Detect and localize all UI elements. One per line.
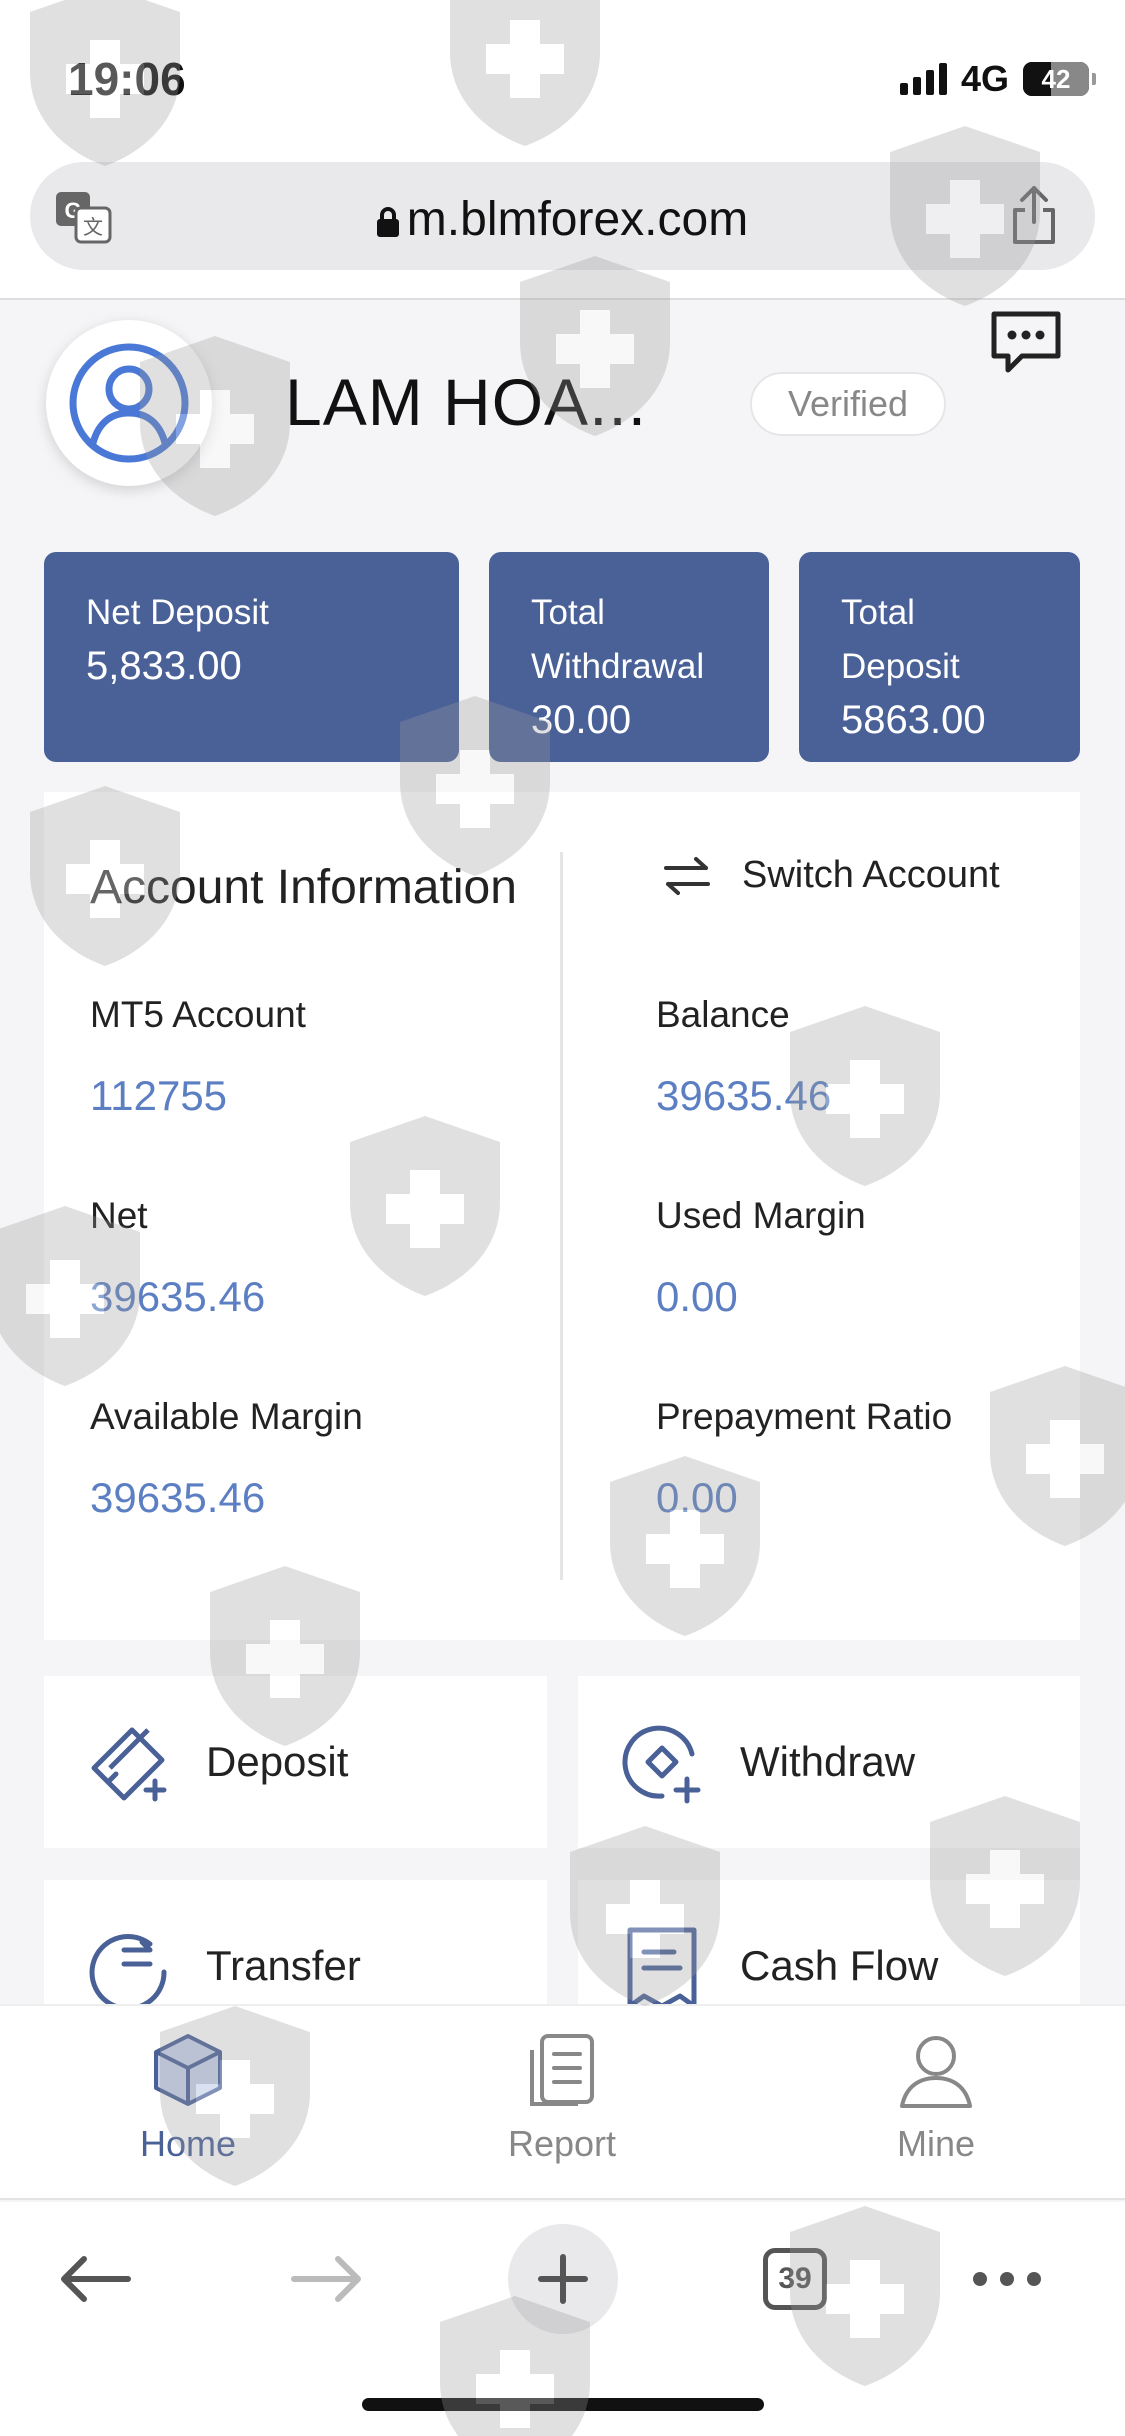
cash-flow-label: Cash Flow	[740, 1942, 939, 1989]
back-button[interactable]	[40, 2224, 150, 2334]
share-icon[interactable]	[1009, 184, 1059, 246]
swap-arrows-icon	[664, 856, 710, 895]
forward-button[interactable]	[272, 2224, 382, 2334]
tab-report-label: Report	[507, 2123, 617, 2164]
transfer-label: Transfer	[206, 1942, 361, 1989]
panel-divider	[560, 852, 563, 1580]
status-indicators: 4G 42	[899, 58, 1096, 100]
card-value: 5,833.00	[86, 644, 242, 688]
new-tab-button[interactable]	[508, 2224, 618, 2334]
prepayment-ratio-label: Prepayment Ratio	[656, 1396, 953, 1437]
status-bar: 19:06 4G 42	[0, 0, 1125, 150]
deposit-card-icon	[91, 1727, 167, 1802]
profile-name: LAM HOA...	[285, 365, 648, 439]
user-avatar-icon	[69, 343, 189, 463]
battery-level: 42	[1041, 63, 1071, 94]
available-margin-value: 39635.46	[90, 1474, 266, 1521]
tab-count: 39	[763, 2248, 827, 2310]
url-text: m.blmforex.com	[406, 193, 749, 246]
total-withdrawal-card: Total Withdrawal 30.00	[489, 552, 769, 762]
address-bar[interactable]: G 文 m.blmforex.com	[30, 162, 1095, 270]
total-deposit-card: Total Deposit 5863.00	[799, 552, 1080, 762]
card-value: 30.00	[531, 698, 632, 742]
net-label: Net	[90, 1195, 148, 1236]
mt5-account-value: 112755	[90, 1072, 228, 1119]
net-deposit-card: Net Deposit 5,833.00	[44, 552, 459, 762]
bottom-tab-bar: Home Report Mine	[0, 2004, 1125, 2200]
available-margin-label: Available Margin	[90, 1396, 363, 1437]
deposit-label: Deposit	[206, 1738, 349, 1785]
deposit-button[interactable]: Deposit	[44, 1676, 547, 1848]
plus-icon	[538, 2254, 588, 2304]
tab-report[interactable]: Report	[482, 2030, 642, 2165]
switch-account-button[interactable]: Switch Account	[662, 854, 1000, 897]
network-type: 4G	[960, 58, 1009, 99]
url-display[interactable]: m.blmforex.com	[30, 192, 1095, 247]
verified-badge: Verified	[750, 372, 946, 436]
battery-icon: 42	[1023, 62, 1096, 96]
app-screen: 19:06 4G 42 G 文 m.blmforex.com LAM HOA..…	[0, 0, 1125, 2436]
tab-home[interactable]: Home	[108, 2030, 268, 2165]
withdraw-icon	[622, 1725, 701, 1804]
net-value: 39635.46	[90, 1273, 266, 1320]
mt5-account-label: MT5 Account	[90, 994, 306, 1035]
chat-icon[interactable]	[988, 308, 1064, 374]
withdraw-button[interactable]: Withdraw	[578, 1676, 1080, 1848]
tab-mine[interactable]: Mine	[856, 2030, 1016, 2165]
balance-label: Balance	[656, 994, 790, 1035]
used-margin-label: Used Margin	[656, 1195, 866, 1236]
tabs-button[interactable]: 39	[740, 2224, 850, 2334]
switch-account-label: Switch Account	[742, 854, 1000, 896]
account-information-panel: Account Information Switch Account MT5 A…	[44, 792, 1080, 1640]
balance-value: 39635.46	[656, 1072, 832, 1119]
document-icon	[530, 2034, 594, 2106]
cube-icon	[154, 2034, 222, 2106]
more-dots-icon	[973, 2272, 1041, 2286]
card-label: Total Deposit	[841, 593, 960, 686]
page-content: LAM HOA... Verified Net Deposit 5,833.00…	[0, 302, 1125, 2030]
card-value: 5863.00	[841, 698, 986, 742]
withdraw-label: Withdraw	[740, 1738, 916, 1785]
transfer-icon	[89, 1934, 167, 2011]
more-menu-button[interactable]	[952, 2224, 1062, 2334]
signal-icon	[899, 63, 947, 95]
lock-icon	[376, 207, 399, 237]
browser-address-area: G 文 m.blmforex.com	[0, 150, 1125, 300]
tab-mine-label: Mine	[896, 2123, 976, 2164]
avatar[interactable]	[46, 320, 212, 486]
home-indicator	[362, 2398, 764, 2411]
account-info-title: Account Information	[90, 861, 517, 914]
card-label: Net Deposit	[86, 593, 269, 632]
card-label: Total Withdrawal	[531, 593, 705, 686]
receipt-icon	[627, 1927, 697, 2009]
person-icon	[900, 2036, 972, 2108]
arrow-right-icon	[291, 2256, 361, 2302]
prepayment-ratio-value: 0.00	[656, 1474, 738, 1521]
tab-home-label: Home	[139, 2123, 237, 2164]
used-margin-value: 0.00	[656, 1273, 738, 1320]
arrow-left-icon	[61, 2256, 131, 2302]
status-time: 19:06	[68, 53, 186, 105]
